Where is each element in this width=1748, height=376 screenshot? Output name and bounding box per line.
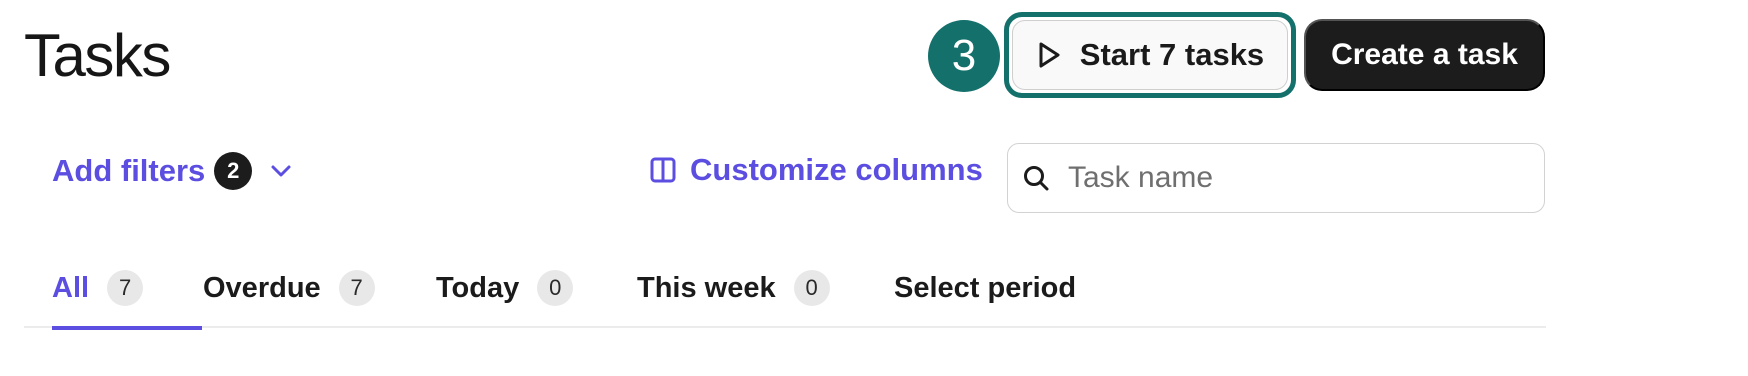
- filter-count-badge: 2: [214, 152, 253, 190]
- add-filters-button[interactable]: Add filters 2: [52, 152, 292, 190]
- add-filters-label: Add filters: [52, 153, 206, 188]
- tab-today[interactable]: Today 0: [436, 248, 574, 328]
- period-tabs: All 7 Overdue 7 Today 0 This week 0 Sele…: [24, 248, 1546, 330]
- chevron-down-icon: [271, 165, 291, 177]
- tab-label: Today: [436, 271, 520, 304]
- step-number-badge: 3: [928, 20, 1000, 92]
- tab-label: Select period: [894, 271, 1077, 304]
- page-title: Tasks: [24, 22, 171, 89]
- search-icon: [1024, 166, 1049, 191]
- columns-icon: [650, 157, 676, 183]
- tab-count-badge: 0: [793, 270, 830, 306]
- tab-label: All: [52, 271, 90, 304]
- start-tasks-label: Start 7 tasks: [1079, 37, 1265, 72]
- customize-columns-button[interactable]: Customize columns: [650, 152, 983, 188]
- tab-count-badge: 7: [338, 270, 375, 306]
- start-tasks-button[interactable]: Start 7 tasks: [1012, 20, 1288, 90]
- tab-all[interactable]: All 7: [52, 248, 203, 330]
- tab-label: Overdue: [203, 271, 321, 304]
- customize-columns-label: Customize columns: [690, 152, 983, 187]
- start-tasks-highlight: Start 7 tasks: [1004, 12, 1296, 98]
- tab-count-badge: 0: [537, 270, 574, 306]
- task-search: [1007, 143, 1545, 213]
- tab-count-badge: 7: [107, 270, 144, 306]
- play-icon: [1039, 42, 1060, 68]
- tab-label: This week: [637, 271, 776, 304]
- task-name-input[interactable]: [1068, 161, 1508, 195]
- tab-select-period[interactable]: Select period: [894, 248, 1076, 328]
- tab-overdue[interactable]: Overdue 7: [203, 248, 375, 328]
- create-task-button[interactable]: Create a task: [1304, 19, 1545, 91]
- tab-this-week[interactable]: This week 0: [637, 248, 830, 328]
